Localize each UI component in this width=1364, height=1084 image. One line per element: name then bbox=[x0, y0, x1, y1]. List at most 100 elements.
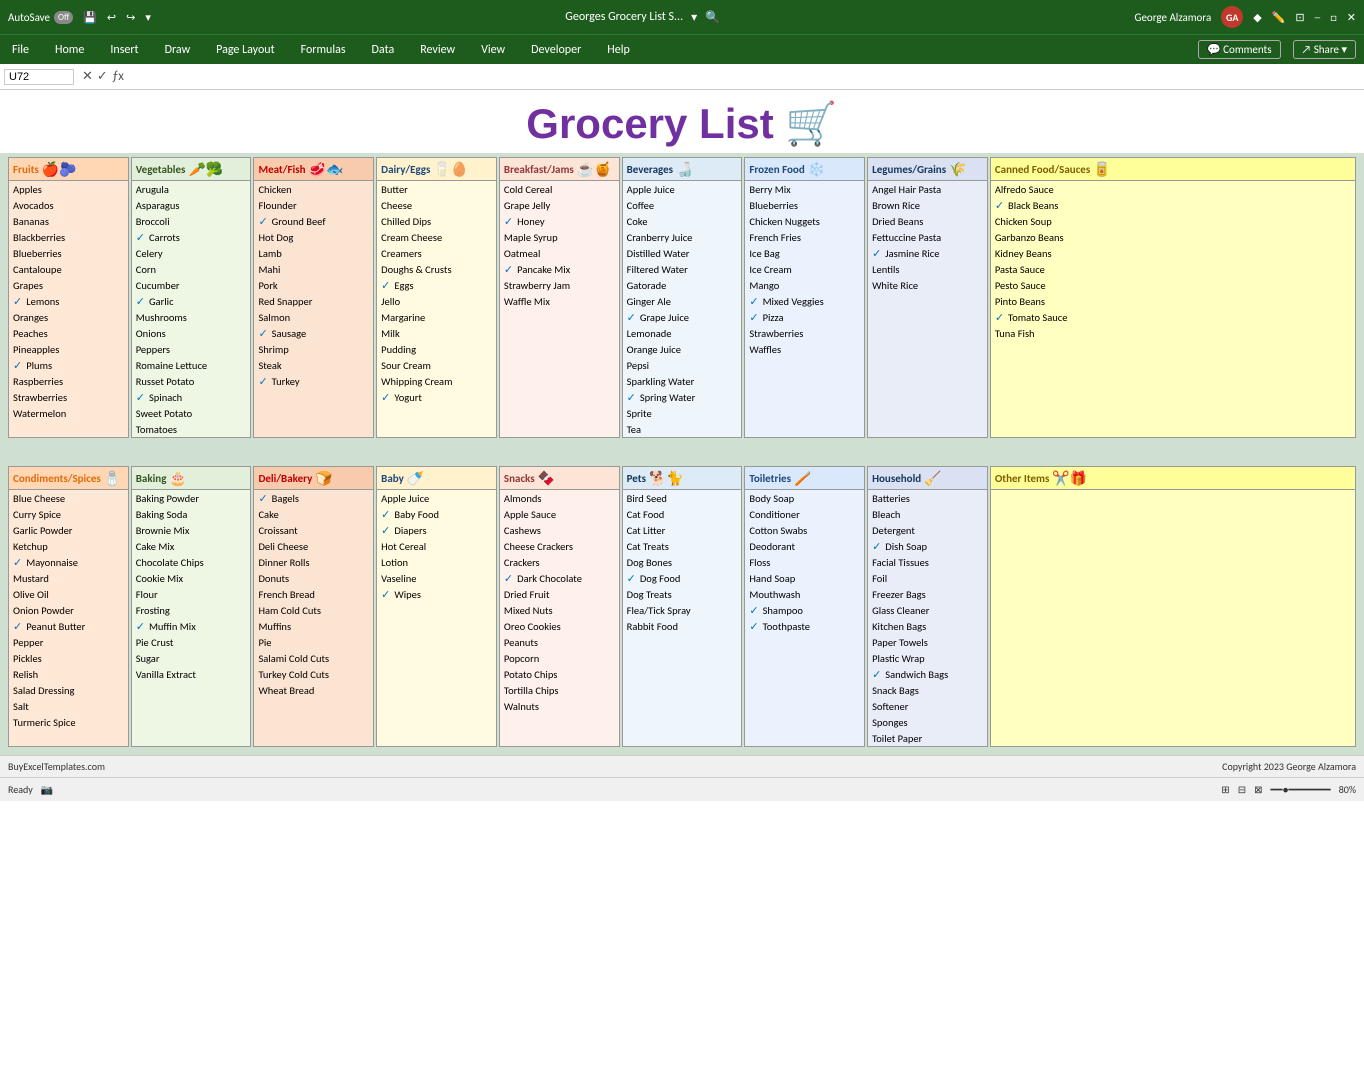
list-item[interactable]: Sprite bbox=[623, 405, 742, 421]
list-item[interactable]: Grape Jelly bbox=[500, 197, 619, 213]
list-item[interactable]: ✓Diapers bbox=[377, 522, 496, 538]
list-item[interactable]: Cookie Mix bbox=[132, 570, 251, 586]
list-item[interactable]: Dried Beans bbox=[868, 213, 987, 229]
list-item[interactable]: Creamers bbox=[377, 245, 496, 261]
list-item[interactable]: Cheese Crackers bbox=[500, 538, 619, 554]
list-item[interactable]: Glass Cleaner bbox=[868, 602, 987, 618]
list-item[interactable]: Dog Bones bbox=[623, 554, 742, 570]
list-item[interactable]: Coffee bbox=[623, 197, 742, 213]
list-item[interactable]: Romaine Lettuce bbox=[132, 357, 251, 373]
list-item[interactable]: Donuts bbox=[254, 570, 373, 586]
list-item[interactable]: ✓Spring Water bbox=[623, 389, 742, 405]
list-item[interactable]: Alfredo Sauce bbox=[991, 181, 1355, 197]
list-item[interactable]: French Fries bbox=[745, 229, 864, 245]
list-item[interactable]: ✓Peanut Butter bbox=[9, 618, 128, 634]
list-item[interactable]: Angel Hair Pasta bbox=[868, 181, 987, 197]
list-item[interactable]: Strawberry Jam bbox=[500, 277, 619, 293]
list-item[interactable]: Ice Cream bbox=[745, 261, 864, 277]
list-item[interactable]: Ice Bag bbox=[745, 245, 864, 261]
list-item[interactable]: Brown Rice bbox=[868, 197, 987, 213]
list-item[interactable]: Rabbit Food bbox=[623, 618, 742, 634]
formula-input[interactable] bbox=[132, 71, 1360, 83]
list-item[interactable]: Chicken Nuggets bbox=[745, 213, 864, 229]
list-item[interactable]: Pie bbox=[254, 634, 373, 650]
list-item[interactable]: ✓Plums bbox=[9, 357, 128, 373]
list-item[interactable]: ✓Toothpaste bbox=[745, 618, 864, 634]
menu-developer[interactable]: Developer bbox=[527, 41, 585, 59]
menu-formulas[interactable]: Formulas bbox=[297, 41, 350, 59]
list-item[interactable]: Jello bbox=[377, 293, 496, 309]
list-item[interactable]: Shrimp bbox=[254, 341, 373, 357]
list-item[interactable]: Pie Crust bbox=[132, 634, 251, 650]
list-item[interactable]: Flea/Tick Spray bbox=[623, 602, 742, 618]
list-item[interactable]: ✓Black Beans bbox=[991, 197, 1355, 213]
list-item[interactable]: Relish bbox=[9, 666, 128, 682]
list-item[interactable]: Curry Spice bbox=[9, 506, 128, 522]
list-item[interactable]: Broccoli bbox=[132, 213, 251, 229]
list-item[interactable]: Lotion bbox=[377, 554, 496, 570]
list-item[interactable]: Butter bbox=[377, 181, 496, 197]
list-item[interactable]: Steak bbox=[254, 357, 373, 373]
list-item[interactable]: ✓Turkey bbox=[254, 373, 373, 389]
list-item[interactable]: ✓Ground Beef bbox=[254, 213, 373, 229]
list-item[interactable]: Flour bbox=[132, 586, 251, 602]
list-item[interactable]: Foil bbox=[868, 570, 987, 586]
list-item[interactable]: Apple Juice bbox=[623, 181, 742, 197]
list-item[interactable]: Strawberries bbox=[9, 389, 128, 405]
list-item[interactable]: Oranges bbox=[9, 309, 128, 325]
list-item[interactable]: Cheese bbox=[377, 197, 496, 213]
menu-data[interactable]: Data bbox=[368, 41, 399, 59]
list-item[interactable]: Whipping Cream bbox=[377, 373, 496, 389]
zoom-slider[interactable]: ━━●━━━━━━━ bbox=[1270, 783, 1330, 796]
menu-pagelayout[interactable]: Page Layout bbox=[212, 41, 278, 59]
list-item[interactable]: Body Soap bbox=[745, 490, 864, 506]
list-item[interactable]: ✓Baby Food bbox=[377, 506, 496, 522]
list-item[interactable]: Chilled Dips bbox=[377, 213, 496, 229]
list-item[interactable]: ✓Mixed Veggies bbox=[745, 293, 864, 309]
list-item[interactable]: Watermelon bbox=[9, 405, 128, 421]
list-item[interactable]: Peanuts bbox=[500, 634, 619, 650]
menu-draw[interactable]: Draw bbox=[161, 41, 195, 59]
list-item[interactable]: Celery bbox=[132, 245, 251, 261]
minimize-icon[interactable]: ─ bbox=[1315, 11, 1321, 24]
list-item[interactable]: Cat Food bbox=[623, 506, 742, 522]
list-item[interactable]: Garbanzo Beans bbox=[991, 229, 1355, 245]
list-item[interactable]: Baking Powder bbox=[132, 490, 251, 506]
list-item[interactable]: Softener bbox=[868, 698, 987, 714]
list-item[interactable]: Avocados bbox=[9, 197, 128, 213]
save-icon[interactable]: 💾 bbox=[83, 11, 97, 24]
list-item[interactable]: ✓Carrots bbox=[132, 229, 251, 245]
list-item[interactable]: ✓Dog Food bbox=[623, 570, 742, 586]
menu-review[interactable]: Review bbox=[416, 41, 459, 59]
list-item[interactable]: Bananas bbox=[9, 213, 128, 229]
list-item[interactable]: Pudding bbox=[377, 341, 496, 357]
comments-button[interactable]: 💬 Comments bbox=[1198, 40, 1281, 59]
list-item[interactable]: Onion Powder bbox=[9, 602, 128, 618]
close-icon[interactable]: ✕ bbox=[1347, 11, 1356, 24]
list-item[interactable]: Potato Chips bbox=[500, 666, 619, 682]
list-item[interactable]: Cantaloupe bbox=[9, 261, 128, 277]
list-item[interactable]: Flounder bbox=[254, 197, 373, 213]
list-item[interactable]: Tuna Fish bbox=[991, 325, 1355, 341]
list-item[interactable]: Cranberry Juice bbox=[623, 229, 742, 245]
list-item[interactable]: Fettuccine Pasta bbox=[868, 229, 987, 245]
list-item[interactable]: Bird Seed bbox=[623, 490, 742, 506]
list-item[interactable]: ✓Muffin Mix bbox=[132, 618, 251, 634]
list-item[interactable]: Toilet Paper bbox=[868, 730, 987, 746]
list-item[interactable]: Blackberries bbox=[9, 229, 128, 245]
list-item[interactable]: Ham Cold Cuts bbox=[254, 602, 373, 618]
list-item[interactable]: ✓Wipes bbox=[377, 586, 496, 602]
list-item[interactable]: Russet Potato bbox=[132, 373, 251, 389]
list-item[interactable]: Lentils bbox=[868, 261, 987, 277]
list-item[interactable]: ✓Pizza bbox=[745, 309, 864, 325]
list-item[interactable]: Corn bbox=[132, 261, 251, 277]
menu-view[interactable]: View bbox=[477, 41, 509, 59]
list-item[interactable]: Sour Cream bbox=[377, 357, 496, 373]
list-item[interactable]: Pesto Sauce bbox=[991, 277, 1355, 293]
list-item[interactable]: Dinner Rolls bbox=[254, 554, 373, 570]
list-item[interactable]: Walnuts bbox=[500, 698, 619, 714]
list-item[interactable]: ✓Grape Juice bbox=[623, 309, 742, 325]
diamond-icon[interactable]: ◆ bbox=[1253, 11, 1261, 24]
list-item[interactable]: ✓Mayonnaise bbox=[9, 554, 128, 570]
list-item[interactable]: Milk bbox=[377, 325, 496, 341]
